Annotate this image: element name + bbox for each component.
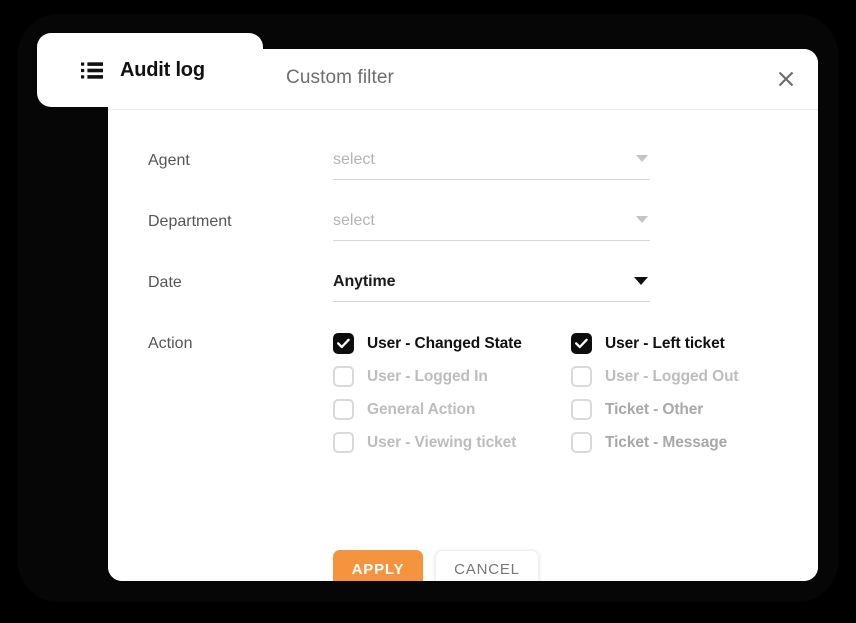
- checkbox-unchecked-icon: [571, 432, 592, 453]
- checkbox-unchecked-icon: [333, 366, 354, 387]
- checkbox-label: General Action: [367, 401, 475, 419]
- checkbox-item[interactable]: Ticket - Other: [571, 399, 809, 420]
- checkbox-label: User - Logged In: [367, 368, 488, 386]
- checkbox-label: Ticket - Other: [605, 401, 703, 419]
- checkbox-checked-icon: [571, 333, 592, 354]
- cancel-button[interactable]: CANCEL: [435, 550, 539, 581]
- select-date[interactable]: Anytime: [333, 272, 650, 302]
- label-agent: Agent: [148, 150, 333, 171]
- checkbox-item[interactable]: User - Logged Out: [571, 366, 809, 387]
- checkbox-unchecked-icon: [571, 366, 592, 387]
- checkbox-item[interactable]: User - Changed State: [333, 333, 571, 354]
- checkbox-label: User - Logged Out: [605, 368, 739, 386]
- close-button[interactable]: [768, 61, 804, 97]
- checkbox-label: User - Viewing ticket: [367, 434, 516, 452]
- custom-filter-modal: Custom filter Agent select De: [108, 49, 818, 581]
- field-row-department: Department select: [148, 211, 650, 241]
- field-row-date: Date Anytime: [148, 272, 650, 302]
- checkbox-item[interactable]: General Action: [333, 399, 571, 420]
- close-icon: [776, 69, 796, 89]
- select-agent-value: select: [333, 150, 375, 170]
- list-icon: [81, 62, 103, 79]
- modal-body: Agent select Department select Date Anyt…: [108, 110, 818, 581]
- chevron-down-icon: [634, 277, 648, 285]
- checkbox-unchecked-icon: [333, 399, 354, 420]
- screen-root: Custom filter Agent select De: [0, 0, 856, 623]
- field-row-action: Action User - Changed State User - Left t…: [148, 333, 809, 453]
- select-department-value: select: [333, 211, 375, 231]
- checkbox-label: User - Changed State: [367, 335, 522, 353]
- checkbox-item[interactable]: User - Viewing ticket: [333, 432, 571, 453]
- checkbox-label: User - Left ticket: [605, 335, 725, 353]
- action-checkbox-grid: User - Changed State User - Left ticket Us…: [333, 333, 809, 453]
- select-department[interactable]: select: [333, 211, 650, 241]
- modal-title: Custom filter: [286, 67, 394, 89]
- label-date: Date: [148, 272, 333, 293]
- checkbox-unchecked-icon: [571, 399, 592, 420]
- checkbox-item[interactable]: User - Left ticket: [571, 333, 809, 354]
- checkbox-item[interactable]: Ticket - Message: [571, 432, 809, 453]
- chevron-down-icon: [636, 155, 648, 162]
- label-department: Department: [148, 211, 333, 232]
- checkbox-unchecked-icon: [333, 432, 354, 453]
- audit-log-tab-label: Audit log: [120, 59, 205, 82]
- field-row-agent: Agent select: [148, 150, 650, 180]
- checkbox-checked-icon: [333, 333, 354, 354]
- chevron-down-icon: [636, 216, 648, 223]
- apply-button[interactable]: APPLY: [333, 550, 423, 581]
- checkbox-label: Ticket - Message: [605, 434, 727, 452]
- checkbox-item[interactable]: User - Logged In: [333, 366, 571, 387]
- modal-action-bar: APPLY CANCEL: [333, 550, 539, 581]
- select-agent[interactable]: select: [333, 150, 650, 180]
- select-date-value: Anytime: [333, 272, 395, 292]
- audit-log-tab[interactable]: Audit log: [37, 33, 263, 107]
- label-action: Action: [148, 333, 333, 354]
